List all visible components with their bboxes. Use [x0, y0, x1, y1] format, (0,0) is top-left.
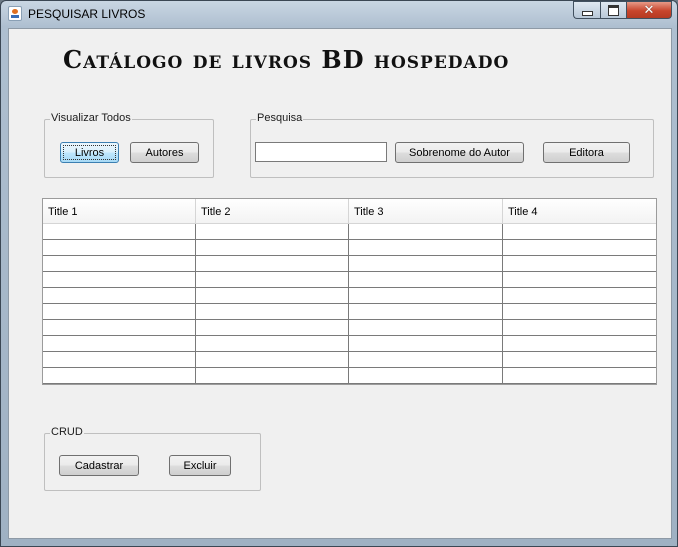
- title-bar[interactable]: PESQUISAR LIVROS ✕: [1, 1, 677, 27]
- table-cell[interactable]: [503, 320, 656, 335]
- table-cell[interactable]: [196, 336, 349, 351]
- page-title: Catálogo de livros BD hospedado: [63, 45, 510, 74]
- table-cell[interactable]: [349, 352, 503, 367]
- pesquisa-legend: Pesquisa: [256, 112, 304, 124]
- table-cell[interactable]: [43, 224, 196, 239]
- app-window: PESQUISAR LIVROS ✕ Catálogo de livros BD…: [0, 0, 678, 547]
- table-cell[interactable]: [196, 320, 349, 335]
- column-header[interactable]: Title 4: [503, 199, 656, 223]
- column-header[interactable]: Title 3: [349, 199, 503, 223]
- table-cell[interactable]: [349, 368, 503, 383]
- editora-button[interactable]: Editora: [543, 142, 630, 163]
- table-row[interactable]: [43, 320, 656, 336]
- search-input[interactable]: [255, 142, 387, 162]
- content-pane: Catálogo de livros BD hospedado Visualiz…: [8, 28, 672, 539]
- table-cell[interactable]: [503, 304, 656, 319]
- close-icon: ✕: [643, 2, 655, 18]
- sobrenome-do-autor-button[interactable]: Sobrenome do Autor: [395, 142, 524, 163]
- table-header: Title 1 Title 2 Title 3 Title 4: [43, 199, 656, 224]
- table-cell[interactable]: [43, 352, 196, 367]
- livros-button[interactable]: Livros: [60, 142, 119, 163]
- pesquisa-group: Pesquisa Sobrenome do Autor Editora: [250, 112, 654, 178]
- table-row[interactable]: [43, 336, 656, 352]
- table-row[interactable]: [43, 256, 656, 272]
- crud-group: CRUD Cadastrar Excluir: [44, 426, 261, 491]
- table-cell[interactable]: [43, 336, 196, 351]
- table-cell[interactable]: [503, 336, 656, 351]
- table-cell[interactable]: [196, 368, 349, 383]
- table-cell[interactable]: [349, 304, 503, 319]
- column-header[interactable]: Title 2: [196, 199, 349, 223]
- crud-legend: CRUD: [50, 426, 84, 438]
- minimize-icon: [581, 10, 593, 16]
- visualizar-todos-legend: Visualizar Todos: [50, 112, 132, 124]
- table-cell[interactable]: [196, 352, 349, 367]
- table-row[interactable]: [43, 240, 656, 256]
- table-row[interactable]: [43, 288, 656, 304]
- table-cell[interactable]: [196, 304, 349, 319]
- table-cell[interactable]: [43, 256, 196, 271]
- cadastrar-button[interactable]: Cadastrar: [59, 455, 139, 476]
- table-cell[interactable]: [503, 272, 656, 287]
- table-cell[interactable]: [349, 240, 503, 255]
- table-cell[interactable]: [43, 320, 196, 335]
- table-cell[interactable]: [43, 304, 196, 319]
- table-cell[interactable]: [503, 368, 656, 383]
- table-cell[interactable]: [43, 288, 196, 303]
- table-cell[interactable]: [43, 240, 196, 255]
- table-cell[interactable]: [196, 256, 349, 271]
- table-cell[interactable]: [503, 288, 656, 303]
- table-body: [43, 224, 656, 384]
- visualizar-todos-group: Visualizar Todos Livros Autores: [44, 112, 214, 178]
- table-cell[interactable]: [503, 240, 656, 255]
- minimize-button[interactable]: [573, 1, 600, 19]
- results-table[interactable]: Title 1 Title 2 Title 3 Title 4: [42, 198, 657, 385]
- table-cell[interactable]: [196, 240, 349, 255]
- table-cell[interactable]: [349, 224, 503, 239]
- table-cell[interactable]: [503, 352, 656, 367]
- table-row[interactable]: [43, 272, 656, 288]
- table-cell[interactable]: [349, 336, 503, 351]
- table-cell[interactable]: [349, 256, 503, 271]
- table-cell[interactable]: [349, 272, 503, 287]
- caption-buttons: ✕: [573, 1, 672, 20]
- table-row[interactable]: [43, 368, 656, 384]
- table-cell[interactable]: [196, 224, 349, 239]
- autores-button[interactable]: Autores: [130, 142, 199, 163]
- table-row[interactable]: [43, 224, 656, 240]
- window-title: PESQUISAR LIVROS: [28, 7, 146, 21]
- table-cell[interactable]: [349, 320, 503, 335]
- excluir-button[interactable]: Excluir: [169, 455, 231, 476]
- java-app-icon: [8, 6, 22, 21]
- close-button[interactable]: ✕: [626, 1, 672, 19]
- table-cell[interactable]: [196, 288, 349, 303]
- table-row[interactable]: [43, 304, 656, 320]
- table-cell[interactable]: [43, 272, 196, 287]
- column-header[interactable]: Title 1: [43, 199, 196, 223]
- table-row[interactable]: [43, 352, 656, 368]
- maximize-icon: [608, 4, 619, 16]
- maximize-button[interactable]: [600, 1, 626, 19]
- table-cell[interactable]: [503, 224, 656, 239]
- table-cell[interactable]: [196, 272, 349, 287]
- table-cell[interactable]: [503, 256, 656, 271]
- table-cell[interactable]: [43, 368, 196, 383]
- table-cell[interactable]: [349, 288, 503, 303]
